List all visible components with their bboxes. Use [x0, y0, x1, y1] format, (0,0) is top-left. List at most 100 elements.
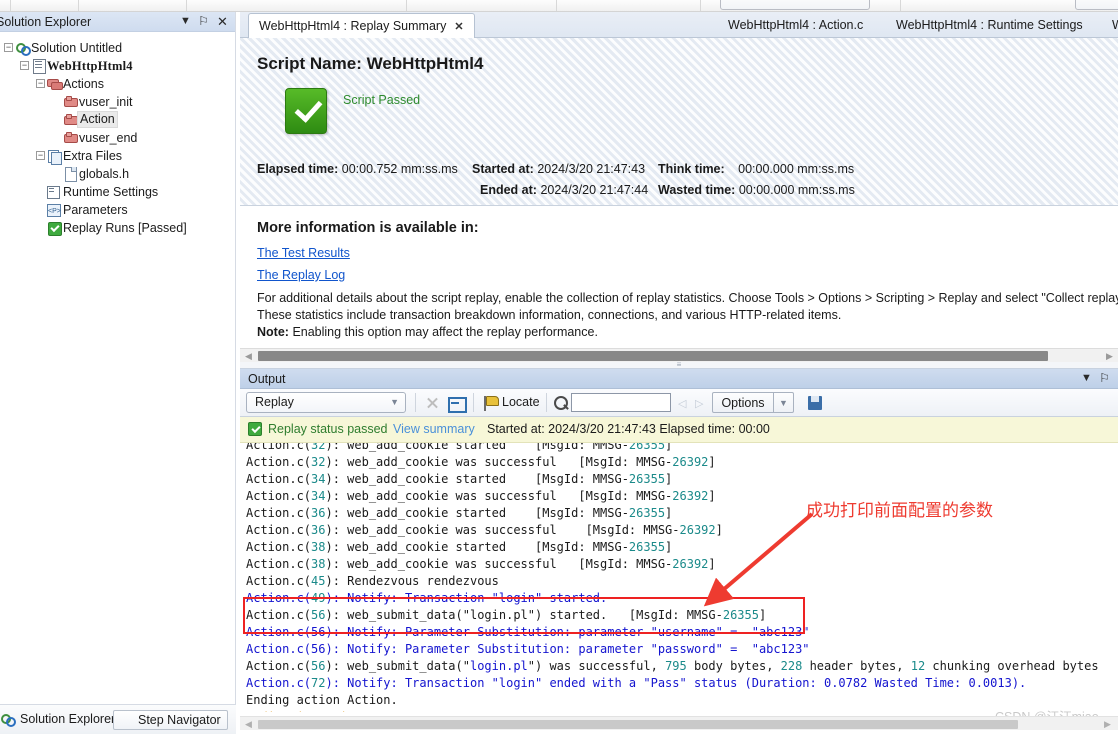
scroll-left-icon[interactable]: ◀	[242, 350, 255, 362]
stat-label-started: Started at:	[472, 162, 534, 176]
options-button[interactable]: Options	[712, 392, 774, 413]
tab-label: WebHttpHtml4 : Action.c	[728, 18, 864, 32]
find-next-icon[interactable]: ▷	[695, 397, 703, 410]
solution-explorer-header: Solution Explorer ▼ ⚐ ✕	[0, 12, 235, 32]
log-segment: 26392	[672, 455, 709, 469]
toolbar-strip	[0, 0, 1118, 12]
tree-item-label: Action	[77, 111, 118, 128]
tree-item-parameters[interactable]: Parameters	[0, 201, 236, 221]
log-segment: Action.c(	[246, 676, 312, 690]
summary-note: Note: Enabling this option may affect th…	[257, 325, 598, 339]
tree-item-solution[interactable]: − Solution Untitled	[0, 39, 236, 57]
options-dropdown-icon[interactable]: ▼	[774, 392, 794, 413]
chevron-down-icon[interactable]: ▼	[1079, 371, 1094, 386]
log-horizontal-scrollbar[interactable]: ◀ ▶	[240, 716, 1118, 730]
find-previous-icon[interactable]: ◁	[678, 397, 686, 410]
status-badge: Script Passed	[343, 93, 421, 107]
log-segment: 26355	[628, 506, 666, 520]
link-test-results[interactable]: The Test Results	[257, 246, 350, 260]
output-log-area[interactable]: Action.c(32): web_add_cookie started [Ms…	[240, 443, 1118, 712]
tab-label: WebHttpHtml4 : vuser_end.c	[1112, 18, 1118, 32]
tree-item-vuser-end[interactable]: vuser_end	[0, 129, 236, 147]
log-segment: Action.c(	[246, 472, 312, 486]
stat-value-wasted: 00:00.000 mm:ss.ms	[738, 183, 855, 197]
close-icon[interactable]: ✕	[454, 21, 463, 33]
log-segment: 36	[311, 523, 326, 537]
tree-item-runtime-settings[interactable]: Runtime Settings	[0, 183, 236, 201]
close-icon[interactable]: ✕	[215, 14, 230, 29]
chevron-down-icon: ▼	[390, 397, 399, 407]
brick-icon	[62, 130, 78, 146]
page-title: Script Name: WebHttpHtml4	[257, 54, 483, 74]
tree-item-extra-files[interactable]: − Extra Files	[0, 147, 236, 165]
scrollbar-thumb[interactable]	[258, 351, 1048, 361]
scroll-right-icon[interactable]: ▶	[1103, 350, 1116, 362]
tab-runtime-settings[interactable]: WebHttpHtml4 : Runtime Settings	[886, 13, 1093, 38]
expander-icon[interactable]: −	[36, 79, 45, 88]
log-line: Action.c(32): web_add_cookie started [Ms…	[246, 443, 672, 454]
expander-icon[interactable]: −	[4, 43, 13, 52]
file-icon	[62, 166, 78, 182]
tree-item-replay-runs[interactable]: Replay Runs [Passed]	[0, 219, 236, 237]
log-segment: Action.c(	[246, 557, 312, 571]
log-line: Action.c(38): web_add_cookie started [Ms…	[246, 539, 672, 556]
scrollbar-thumb[interactable]	[258, 720, 1018, 729]
tree-item-globals-h[interactable]: globals.h	[0, 165, 236, 183]
ide-window: Solution Explorer ▼ ⚐ ✕ − Solution Untit…	[0, 0, 1118, 734]
tab-vuser-end-c[interactable]: WebHttpHtml4 : vuser_end.c	[1102, 13, 1118, 38]
log-source-select[interactable]: Replay ▼	[246, 392, 406, 413]
tab-replay-summary[interactable]: WebHttpHtml4 : Replay Summary ✕	[248, 13, 475, 38]
log-segment: Action.c(	[246, 625, 312, 639]
pin-icon[interactable]: ⚐	[196, 14, 211, 29]
log-segment: ): web_add_cookie was successful [MsgId:…	[325, 557, 673, 571]
search-input[interactable]	[571, 393, 671, 412]
brick-icon	[62, 94, 78, 110]
log-segment: ): web_submit_data("login.pl") started. …	[325, 608, 723, 622]
toolbar-combo-2[interactable]	[1075, 0, 1118, 10]
log-segment: ): Notify: Transaction "login" started.	[325, 591, 608, 605]
log-segment: Action.c(	[246, 574, 312, 588]
clear-x-icon[interactable]	[422, 393, 442, 413]
log-segment: ): Rendezvous rendezvous	[325, 574, 499, 588]
stat-label-elapsed: Elapsed time:	[257, 162, 339, 176]
check-icon	[248, 422, 262, 436]
locate-button[interactable]: Locate	[502, 395, 540, 409]
tree-item-label: Parameters	[63, 203, 128, 217]
stat-value-elapsed: 00:00.752 mm:ss.ms	[341, 162, 458, 176]
tree-item-actions[interactable]: − Actions	[0, 75, 236, 93]
annotation-arrow-icon	[703, 512, 814, 607]
solution-explorer-title: Solution Explorer	[0, 15, 92, 29]
log-segment: 38	[311, 540, 326, 554]
log-segment: ): web_add_cookie was successful [MsgId:…	[325, 489, 673, 503]
scroll-left-icon[interactable]: ◀	[242, 718, 255, 730]
log-segment: header bytes,	[802, 659, 911, 673]
log-segment: 228	[780, 659, 803, 673]
log-segment: Action.c(	[246, 659, 312, 673]
log-line: Action.c(36): web_add_cookie started [Ms…	[246, 505, 672, 522]
toolbar-combo-1[interactable]	[720, 0, 870, 10]
pin-icon[interactable]: ⚐	[1097, 371, 1112, 386]
stat-label-wasted: Wasted time:	[658, 183, 736, 197]
log-segment: Action.c(	[246, 489, 312, 503]
link-replay-log[interactable]: The Replay Log	[257, 268, 345, 282]
log-segment: ): web_submit_data("	[325, 659, 470, 673]
tab-action-c[interactable]: WebHttpHtml4 : Action.c	[718, 13, 873, 38]
dock-tab-solution-explorer[interactable]: Solution Explorer	[14, 710, 121, 730]
view-summary-link[interactable]: View summary	[393, 422, 475, 436]
log-segment: ]	[665, 443, 673, 452]
dock-tab-step-navigator[interactable]: Step Navigator	[113, 710, 228, 730]
log-segment: Action.c(	[246, 642, 312, 656]
log-line: Ending iteration 1.	[246, 709, 383, 712]
tree-item-label: vuser_end	[79, 131, 138, 145]
expander-icon[interactable]: −	[36, 151, 45, 160]
log-segment: 795	[665, 659, 687, 673]
tree-item-script[interactable]: − WebHttpHtml4	[0, 57, 236, 75]
stat-value-ended: 2024/3/20 21:47:44	[540, 183, 649, 197]
tree-item-action[interactable]: Action	[0, 111, 236, 129]
tree-item-vuser-init[interactable]: vuser_init	[0, 93, 236, 111]
log-segment: ]	[708, 455, 716, 469]
scroll-right-icon[interactable]: ▶	[1101, 718, 1114, 730]
expander-icon[interactable]: −	[20, 61, 29, 70]
panel-splitter[interactable]: ≡	[240, 361, 1118, 369]
chevron-down-icon[interactable]: ▼	[178, 14, 193, 29]
